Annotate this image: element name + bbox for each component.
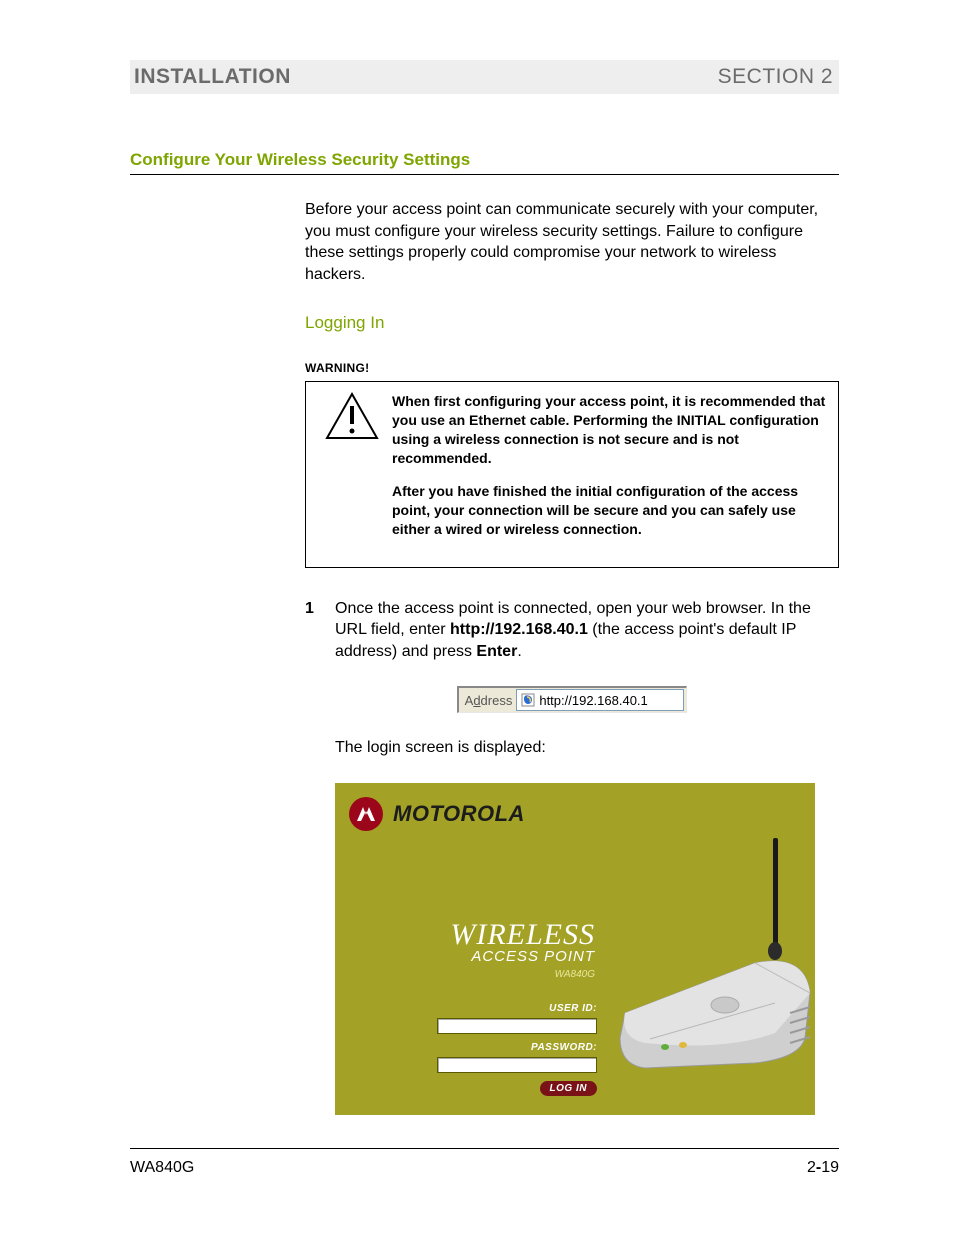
footer-page-section: 2 bbox=[807, 1159, 816, 1176]
warning-icon-cell bbox=[312, 392, 392, 440]
model-label: WA840G bbox=[450, 969, 595, 980]
header-right: SECTION 2 bbox=[718, 65, 833, 89]
warning-paragraph-1: When first configuring your access point… bbox=[392, 392, 828, 468]
step-url: http://192.168.40.1 bbox=[450, 621, 588, 638]
warning-box: When first configuring your access point… bbox=[305, 381, 839, 567]
warning-paragraph-2: After you have finished the initial conf… bbox=[392, 482, 828, 539]
address-label-pre: A bbox=[465, 693, 474, 708]
browser-address-bar: Address http://192.168.40.1 bbox=[457, 686, 688, 713]
step-text-post: . bbox=[517, 643, 521, 660]
step-text: Once the access point is connected, open… bbox=[335, 598, 839, 663]
login-screen: MOTOROLA bbox=[335, 783, 815, 1115]
motorola-batwing-icon bbox=[349, 797, 383, 831]
section-title: Configure Your Wireless Security Setting… bbox=[130, 150, 839, 175]
warning-label: WARNING! bbox=[305, 361, 839, 375]
login-form: USER ID: PASSWORD: LOG IN bbox=[437, 1003, 597, 1096]
intro-paragraph: Before your access point can communicate… bbox=[305, 199, 839, 285]
step-1: 1 Once the access point is connected, op… bbox=[305, 598, 839, 663]
motorola-wordmark: MOTOROLA bbox=[393, 801, 525, 827]
address-field[interactable]: http://192.168.40.1 bbox=[516, 689, 684, 711]
userid-label: USER ID: bbox=[437, 1003, 597, 1014]
userid-input[interactable] bbox=[437, 1018, 597, 1034]
login-button[interactable]: LOG IN bbox=[540, 1081, 597, 1096]
after-step-text: The login screen is displayed: bbox=[335, 739, 839, 757]
wireless-title-block: WIRELESS ACCESS POINT WA840G bbox=[450, 918, 595, 980]
address-label-post: dress bbox=[481, 693, 513, 708]
document-page: INSTALLATION SECTION 2 Configure Your Wi… bbox=[0, 0, 954, 1235]
header-left: INSTALLATION bbox=[134, 65, 291, 89]
ie-page-icon bbox=[521, 693, 535, 707]
password-label: PASSWORD: bbox=[437, 1042, 597, 1053]
page-header-bar: INSTALLATION SECTION 2 bbox=[130, 60, 839, 94]
login-screenshot-figure: MOTOROLA bbox=[335, 783, 839, 1115]
footer-page-num: 19 bbox=[821, 1159, 839, 1176]
wireless-title: WIRELESS bbox=[450, 918, 595, 952]
warning-triangle-icon bbox=[325, 392, 379, 440]
address-label-underline: d bbox=[473, 693, 480, 708]
device-illustration bbox=[605, 833, 815, 1113]
step-number: 1 bbox=[305, 598, 335, 663]
password-input[interactable] bbox=[437, 1057, 597, 1073]
address-value: http://192.168.40.1 bbox=[539, 693, 647, 708]
footer-left: WA840G bbox=[130, 1159, 194, 1177]
sub-title-logging-in: Logging In bbox=[305, 313, 839, 333]
warning-text: When first configuring your access point… bbox=[392, 392, 828, 538]
motorola-logo-row: MOTOROLA bbox=[349, 797, 525, 831]
page-footer: WA840G 2-19 bbox=[130, 1148, 839, 1177]
address-label: Address bbox=[461, 693, 517, 708]
step-enter: Enter bbox=[476, 643, 517, 660]
footer-right: 2-19 bbox=[807, 1159, 839, 1177]
address-bar-figure: Address http://192.168.40.1 bbox=[305, 686, 839, 713]
access-point-subtitle: ACCESS POINT bbox=[450, 948, 595, 965]
